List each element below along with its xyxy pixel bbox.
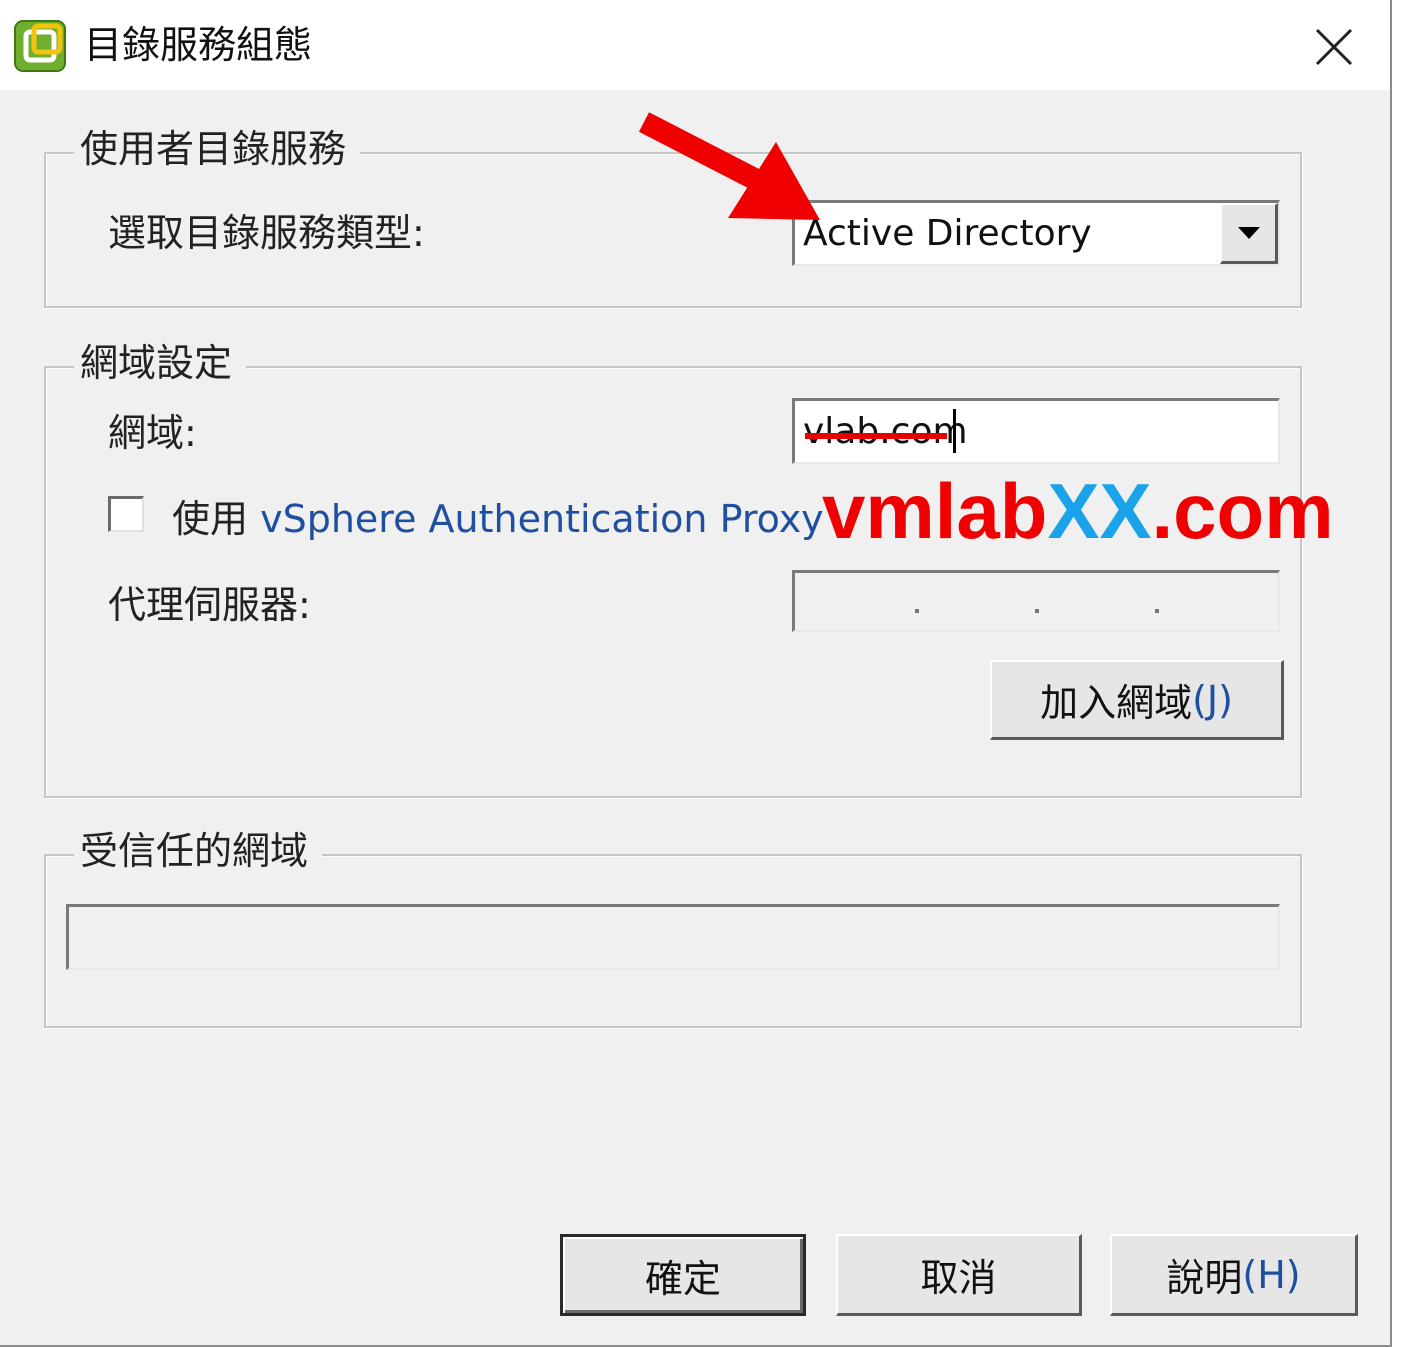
user-directory-legend: 使用者目錄服務 xyxy=(74,124,361,174)
title-bar: 目錄服務組態 xyxy=(0,0,1390,90)
domain-input[interactable]: vlab.com xyxy=(792,398,1280,464)
watermark: vmlabXX.com xyxy=(822,466,1334,556)
directory-type-label: 選取目錄服務類型: xyxy=(108,211,425,255)
proxy-server-label: 代理伺服器: xyxy=(108,583,311,627)
join-domain-mnemonic: (J) xyxy=(1192,677,1233,722)
proxy-server-ip-input[interactable] xyxy=(792,570,1280,632)
directory-type-select[interactable]: Active Directory xyxy=(792,200,1280,266)
chevron-down-icon xyxy=(1237,227,1260,239)
ip-separator xyxy=(1035,609,1039,613)
domain-value: vlab.com xyxy=(803,411,968,452)
directory-type-value: Active Directory xyxy=(803,213,1092,254)
ip-separator xyxy=(1155,609,1159,613)
watermark-suffix: .com xyxy=(1151,467,1334,555)
auth-proxy-checkbox[interactable] xyxy=(108,496,144,532)
auth-proxy-checkbox-label: 使用 vSphere Authentication Proxy xyxy=(172,494,824,544)
text-caret xyxy=(953,409,956,453)
vsphere-client-icon xyxy=(12,18,68,74)
directory-service-config-dialog: 目錄服務組態 使用者目錄服務 選取目錄服務類型: Active Director… xyxy=(0,0,1392,1347)
trusted-domains-legend: 受信任的網域 xyxy=(74,826,323,876)
annotation-arrow-icon xyxy=(636,110,836,230)
auth-proxy-prefix: 使用 xyxy=(172,497,249,541)
domain-settings-legend: 網域設定 xyxy=(74,338,247,388)
help-mnemonic: (H) xyxy=(1242,1252,1301,1297)
watermark-highlight: XX xyxy=(1047,467,1152,555)
watermark-prefix: vmlab xyxy=(822,467,1048,555)
join-domain-label: 加入網域 xyxy=(1040,681,1193,725)
cancel-button[interactable]: 取消 xyxy=(836,1234,1082,1316)
ok-button[interactable]: 確定 xyxy=(560,1234,806,1316)
trusted-domains-list[interactable] xyxy=(66,904,1280,970)
window-title: 目錄服務組態 xyxy=(84,23,313,67)
help-button[interactable]: 說明 (H) xyxy=(1110,1234,1358,1316)
dropdown-button[interactable] xyxy=(1220,203,1278,264)
close-icon xyxy=(1315,28,1353,66)
redaction-strike xyxy=(805,433,947,439)
join-domain-button[interactable]: 加入網域 (J) xyxy=(990,660,1284,740)
domain-label: 網域: xyxy=(108,411,197,455)
ip-separator xyxy=(915,609,919,613)
close-button[interactable] xyxy=(1296,12,1372,82)
help-label: 說明 xyxy=(1166,1256,1243,1300)
auth-proxy-name: vSphere Authentication Proxy xyxy=(260,497,824,541)
